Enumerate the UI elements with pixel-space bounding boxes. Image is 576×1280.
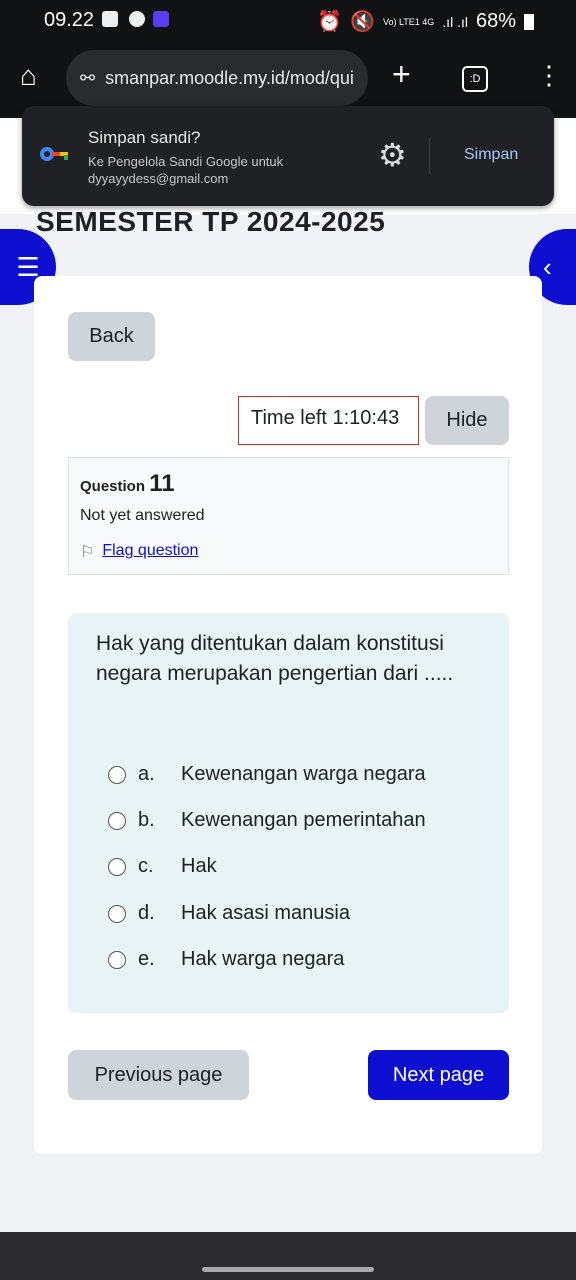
question-number: 11	[149, 470, 175, 497]
save-password-button[interactable]: Simpan	[464, 146, 518, 164]
alarm-icon: ⏰	[317, 11, 343, 33]
url-text: smanpar.moodle.my.id/mod/qui	[105, 67, 354, 88]
answer-option[interactable]: d. Hak asasi manusia	[108, 902, 350, 925]
radio-button[interactable]	[108, 857, 126, 876]
time-left: Time left 1:10:43	[238, 396, 419, 445]
chevron-left-icon: ‹	[543, 251, 552, 282]
question-status: Not yet answered	[80, 507, 205, 524]
option-letter: b.	[138, 809, 155, 831]
status-time: 09.22	[44, 9, 95, 31]
tab-count: :D	[469, 73, 481, 85]
option-text: Hak	[181, 855, 217, 877]
question-text: Hak yang ditentukan dalam konstitusi neg…	[96, 632, 454, 685]
option-letter: c.	[138, 855, 154, 877]
url-bar[interactable]: ⚯ smanpar.moodle.my.id/mod/qui	[66, 50, 368, 106]
option-text: Hak asasi manusia	[181, 902, 350, 924]
home-icon[interactable]: ⌂	[20, 60, 37, 92]
question-label: Question	[80, 478, 146, 495]
radio-button[interactable]	[108, 765, 126, 784]
mute-icon: 🔇	[350, 11, 375, 33]
option-letter: e.	[138, 948, 155, 970]
save-password-prompt: Simpan sandi? Ke Pengelola Sandi Google …	[22, 106, 554, 206]
flag-icon[interactable]: ⚐	[80, 542, 94, 562]
option-text: Hak warga negara	[181, 948, 345, 970]
previous-page-button[interactable]: Previous page	[68, 1050, 249, 1100]
answer-option[interactable]: c. Hak	[108, 855, 217, 878]
prompt-description: Ke Pengelola Sandi Google untuk	[88, 154, 284, 169]
site-settings-icon[interactable]: ⚯	[80, 68, 95, 89]
system-nav-bar	[0, 1232, 576, 1280]
signal-icon: .ıl .ıl	[442, 13, 468, 30]
status-bar: 09.22 ⏰ 🔇 Vo) LTE1 4G .ıl .ıl 68%	[0, 0, 576, 42]
question-info: Question 11 Not yet answered ⚐ Flag quest…	[68, 457, 509, 575]
radio-button[interactable]	[108, 950, 126, 969]
answer-option[interactable]: e. Hak warga negara	[108, 948, 344, 971]
question-content: Hak yang ditentukan dalam konstitusi neg…	[68, 613, 509, 1013]
battery-icon	[524, 13, 534, 30]
gesture-handle[interactable]	[202, 1267, 374, 1272]
next-page-button[interactable]: Next page	[368, 1050, 509, 1100]
gear-icon[interactable]: ⚙	[378, 136, 407, 174]
app-icon	[153, 11, 169, 27]
more-menu-icon[interactable]: ⋮	[536, 60, 562, 91]
prompt-title: Simpan sandi?	[88, 128, 201, 147]
network-label: Vo) LTE1 4G	[382, 16, 435, 27]
radio-button[interactable]	[108, 904, 126, 923]
chat-icon	[129, 11, 145, 27]
radio-button[interactable]	[108, 811, 126, 830]
tab-switcher-button[interactable]: :D	[462, 66, 488, 92]
key-icon	[40, 147, 68, 161]
answer-option[interactable]: a. Kewenangan warga negara	[108, 763, 426, 786]
option-text: Kewenangan warga negara	[181, 763, 426, 785]
divider	[429, 138, 430, 174]
new-tab-icon[interactable]: +	[392, 56, 411, 93]
answer-option[interactable]: b. Kewenangan pemerintahan	[108, 809, 426, 832]
battery-level: 68%	[475, 10, 516, 32]
option-text: Kewenangan pemerintahan	[181, 809, 426, 831]
option-letter: a.	[138, 763, 155, 785]
option-letter: d.	[138, 902, 155, 924]
prompt-email: dyyayydess@gmail.com	[88, 171, 229, 186]
hide-timer-button[interactable]: Hide	[425, 396, 509, 445]
back-button[interactable]: Back	[68, 312, 155, 361]
gallery-icon	[102, 11, 118, 27]
flag-question-link[interactable]: Flag question	[102, 542, 198, 562]
page-title: SEMESTER TP 2024-2025	[36, 206, 386, 237]
